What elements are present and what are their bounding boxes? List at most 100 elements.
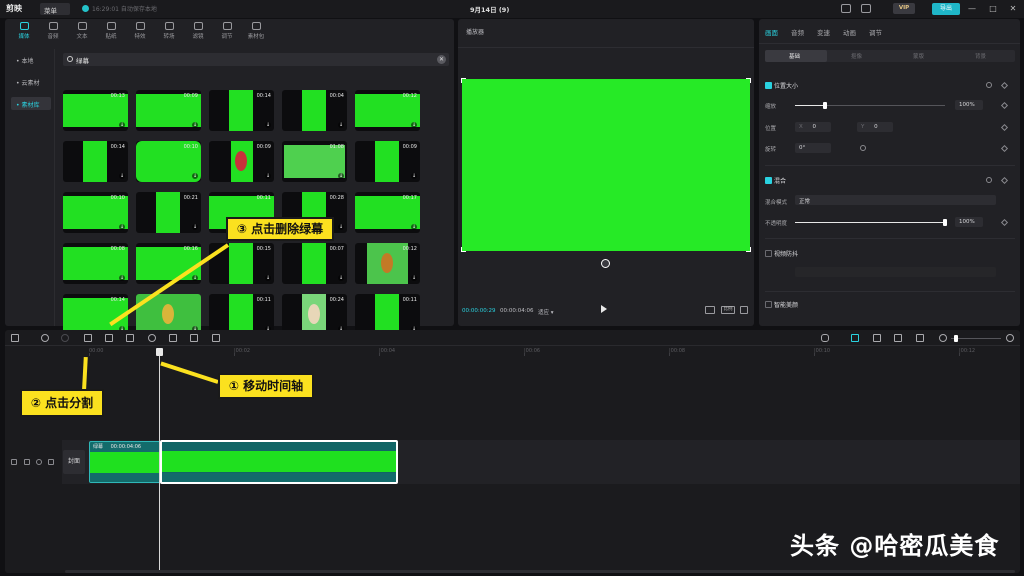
split-icon[interactable] bbox=[84, 334, 92, 342]
sidebar-item[interactable]: • 云素材 bbox=[11, 75, 51, 88]
resize-handle[interactable] bbox=[461, 78, 466, 83]
inspector-tab[interactable]: 画面 bbox=[765, 27, 778, 37]
rotate-handle-icon[interactable] bbox=[601, 259, 610, 268]
inspector-tab[interactable]: 调节 bbox=[869, 27, 882, 37]
stabilize-checkbox[interactable] bbox=[765, 250, 772, 257]
video-clip-selected[interactable] bbox=[160, 440, 398, 484]
download-icon[interactable]: ↓ bbox=[411, 224, 417, 230]
position-x-input[interactable]: X 0 bbox=[795, 122, 831, 132]
tab-package[interactable]: 素材包 bbox=[243, 22, 269, 40]
inspector-tab[interactable]: 音频 bbox=[791, 27, 804, 37]
auto-snap-icon[interactable] bbox=[873, 334, 881, 342]
asset-thumbnail[interactable]: 00:24 ↓ bbox=[282, 294, 347, 335]
maximize-button[interactable]: □ bbox=[988, 3, 998, 14]
zoom-slider-knob[interactable] bbox=[954, 335, 958, 342]
asset-thumbnail[interactable]: 00:12 ↓ bbox=[355, 243, 420, 284]
download-icon[interactable]: ↓ bbox=[192, 275, 198, 281]
download-icon[interactable]: ↓ bbox=[119, 173, 125, 179]
track-hide-icon[interactable] bbox=[36, 459, 42, 465]
download-icon[interactable]: ↓ bbox=[265, 275, 271, 281]
zoom-in-icon[interactable] bbox=[1006, 334, 1014, 342]
track-lock-icon[interactable] bbox=[24, 459, 30, 465]
keyframe-icon[interactable] bbox=[1000, 123, 1009, 132]
asset-thumbnail[interactable]: 00:04 ↓ bbox=[282, 90, 347, 131]
blend-mode-select[interactable]: 正常 bbox=[795, 195, 996, 205]
asset-thumbnail[interactable]: 00:13 ↓ bbox=[63, 90, 128, 131]
tab-transition[interactable]: 转场 bbox=[156, 22, 182, 40]
zoom-slider[interactable] bbox=[951, 338, 1001, 339]
download-icon[interactable]: ↓ bbox=[192, 122, 198, 128]
reset-icon[interactable] bbox=[986, 177, 992, 183]
resize-handle[interactable] bbox=[746, 78, 751, 83]
asset-thumbnail[interactable]: 00:10 ↓ bbox=[136, 141, 201, 182]
inspector-subtab[interactable]: 蒙版 bbox=[913, 52, 924, 60]
playhead[interactable] bbox=[159, 350, 160, 570]
download-icon[interactable]: ↓ bbox=[338, 224, 344, 230]
asset-thumbnail[interactable]: 00:14 ↓ bbox=[63, 141, 128, 182]
download-icon[interactable]: ↓ bbox=[119, 275, 125, 281]
keyframe-icon[interactable] bbox=[1000, 81, 1009, 90]
playback-mode-select[interactable]: 适应 ▾ bbox=[538, 308, 554, 316]
keyboard-shortcuts-icon[interactable] bbox=[841, 4, 851, 13]
microphone-icon[interactable] bbox=[821, 334, 829, 342]
rotate-input[interactable]: 0° bbox=[795, 143, 831, 153]
preview-axis-icon[interactable] bbox=[916, 334, 924, 342]
scale-slider-knob[interactable] bbox=[823, 102, 827, 109]
sidebar-item[interactable]: • 素材库 bbox=[11, 97, 51, 110]
search-input[interactable]: 绿幕 bbox=[76, 55, 89, 65]
layout-icon[interactable] bbox=[861, 4, 871, 13]
download-icon[interactable]: ↓ bbox=[411, 122, 417, 128]
clear-search-icon[interactable]: ✕ bbox=[437, 55, 446, 64]
asset-thumbnail[interactable]: 00:09 ↓ bbox=[136, 90, 201, 131]
aspect-ratio-button[interactable]: 比例 bbox=[721, 306, 735, 314]
keyframe-icon[interactable] bbox=[1000, 101, 1009, 110]
horizontal-scrollbar[interactable] bbox=[65, 570, 1015, 573]
tab-media[interactable]: 媒体 bbox=[11, 22, 37, 40]
redo-icon[interactable] bbox=[61, 334, 69, 342]
preview-canvas[interactable] bbox=[461, 78, 751, 252]
position-y-input[interactable]: Y 0 bbox=[857, 122, 893, 132]
select-tool-icon[interactable] bbox=[11, 334, 19, 342]
rotate-dial-icon[interactable] bbox=[860, 145, 866, 151]
resize-handle[interactable] bbox=[461, 247, 466, 252]
crop-icon[interactable] bbox=[212, 334, 220, 342]
tab-effects[interactable]: 特效 bbox=[127, 22, 153, 40]
reverse-icon[interactable] bbox=[148, 334, 156, 342]
fullscreen-icon[interactable] bbox=[740, 306, 748, 314]
download-icon[interactable]: ↓ bbox=[411, 275, 417, 281]
inspector-tab[interactable]: 动画 bbox=[843, 27, 856, 37]
position-size-checkbox[interactable] bbox=[765, 82, 772, 89]
linkage-icon[interactable] bbox=[894, 334, 902, 342]
inspector-subtab[interactable]: 背景 bbox=[975, 52, 986, 60]
download-icon[interactable]: ↓ bbox=[338, 173, 344, 179]
download-icon[interactable]: ↓ bbox=[265, 173, 271, 179]
download-icon[interactable]: ↓ bbox=[119, 122, 125, 128]
download-icon[interactable]: ↓ bbox=[119, 224, 125, 230]
menu-button[interactable]: 菜单 bbox=[40, 3, 70, 15]
keyframe-icon[interactable] bbox=[1000, 144, 1009, 153]
close-button[interactable]: ✕ bbox=[1008, 3, 1018, 14]
zoom-out-icon[interactable] bbox=[939, 334, 947, 342]
download-icon[interactable]: ↓ bbox=[338, 275, 344, 281]
track-mute-icon[interactable] bbox=[48, 459, 54, 465]
download-icon[interactable]: ↓ bbox=[265, 122, 271, 128]
minimize-button[interactable]: — bbox=[967, 3, 977, 14]
blend-checkbox[interactable] bbox=[765, 177, 772, 184]
inspector-tab[interactable]: 变速 bbox=[817, 27, 830, 37]
asset-thumbnail[interactable]: 00:11↓ bbox=[209, 294, 274, 335]
vip-badge[interactable]: VIP bbox=[893, 3, 915, 14]
download-icon[interactable]: ↓ bbox=[192, 173, 198, 179]
rotate-icon[interactable] bbox=[190, 334, 198, 342]
asset-thumbnail[interactable]: 00:09 ↓ bbox=[355, 141, 420, 182]
asset-thumbnail[interactable]: 00:17 ↓ bbox=[355, 192, 420, 233]
asset-thumbnail[interactable]: 00:14 ↓ bbox=[63, 294, 128, 335]
asset-thumbnail[interactable]: 01:08 ↓ bbox=[282, 141, 347, 182]
playhead-handle[interactable] bbox=[156, 348, 163, 356]
asset-thumbnail[interactable]: 00:09 ↓ bbox=[209, 141, 274, 182]
asset-thumbnail[interactable]: 00:07 ↓ bbox=[282, 243, 347, 284]
opacity-input[interactable]: 100% bbox=[955, 217, 983, 227]
play-icon[interactable] bbox=[601, 305, 607, 313]
asset-thumbnail[interactable]: 00:12 ↓ bbox=[355, 90, 420, 131]
inspector-subtab[interactable]: 抠像 bbox=[851, 52, 862, 60]
asset-thumbnail[interactable]: 00:16 ↓ bbox=[136, 243, 201, 284]
